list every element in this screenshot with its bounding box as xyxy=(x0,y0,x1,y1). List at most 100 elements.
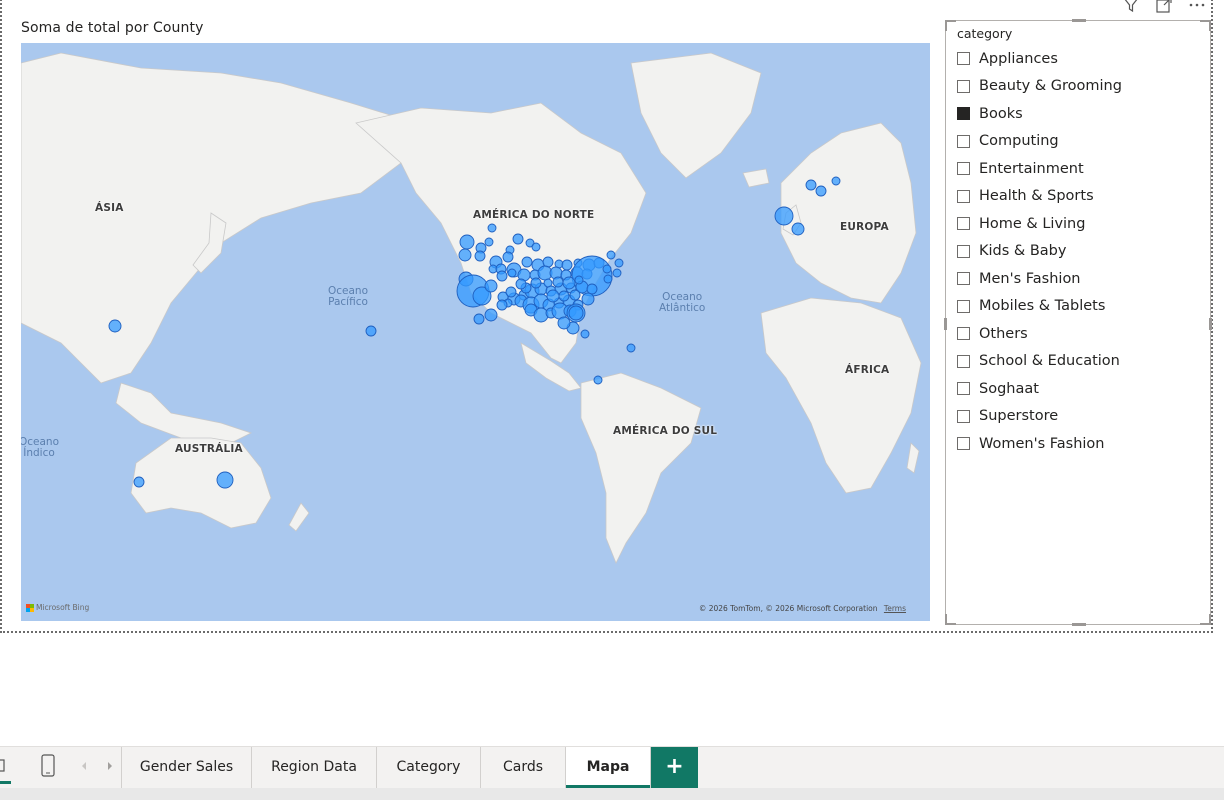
map-bubble[interactable] xyxy=(603,274,613,284)
map-bubble[interactable] xyxy=(626,343,636,353)
checkbox[interactable] xyxy=(957,272,970,286)
slicer-item[interactable]: Soghaat xyxy=(957,375,1122,403)
map-bubble[interactable] xyxy=(546,289,560,303)
map-bubble[interactable] xyxy=(515,278,527,290)
scroll-right-icon[interactable] xyxy=(106,760,114,775)
map-bubble[interactable] xyxy=(533,307,549,323)
map-bubble[interactable] xyxy=(502,251,514,263)
slicer-item[interactable]: Mobiles & Tablets xyxy=(957,293,1122,321)
map-bubble[interactable] xyxy=(542,256,554,268)
map-bubble[interactable] xyxy=(791,222,805,236)
map-bubble[interactable] xyxy=(552,276,564,288)
terms-link[interactable]: Terms xyxy=(884,604,906,613)
map-bubble[interactable] xyxy=(108,319,122,333)
map-bubble[interactable] xyxy=(815,185,827,197)
filter-icon[interactable] xyxy=(1120,0,1142,18)
checkbox[interactable] xyxy=(957,217,970,231)
slicer-item[interactable]: Kids & Baby xyxy=(957,238,1122,266)
map-bubble[interactable] xyxy=(805,179,817,191)
slicer-item[interactable]: Books xyxy=(957,100,1122,128)
checkbox[interactable] xyxy=(957,409,970,423)
add-page-button[interactable]: + xyxy=(651,747,698,788)
map-bubble[interactable] xyxy=(216,471,234,489)
checkbox[interactable] xyxy=(957,189,970,203)
map-bubble[interactable] xyxy=(557,316,571,330)
checkbox[interactable] xyxy=(957,299,970,313)
slicer-item[interactable]: Others xyxy=(957,320,1122,348)
resize-corner-top-left[interactable] xyxy=(945,20,956,31)
checkbox[interactable] xyxy=(957,134,970,148)
scroll-left-icon[interactable] xyxy=(80,760,88,775)
map-bubble[interactable] xyxy=(569,289,581,301)
map-bubble[interactable] xyxy=(543,278,553,288)
resize-handle-right[interactable] xyxy=(1209,318,1212,330)
checkbox[interactable] xyxy=(957,107,970,121)
slicer-item[interactable]: School & Education xyxy=(957,348,1122,376)
checkbox[interactable] xyxy=(957,354,970,368)
checkbox[interactable] xyxy=(957,382,970,396)
checkbox[interactable] xyxy=(957,327,970,341)
map-bubble[interactable] xyxy=(484,279,498,293)
map-bubble[interactable] xyxy=(574,275,584,285)
map-bubble[interactable] xyxy=(581,292,595,306)
map-bubble[interactable] xyxy=(586,283,598,295)
map-bubble[interactable] xyxy=(593,375,603,385)
resize-handle-left[interactable] xyxy=(944,318,947,330)
map-bubble[interactable] xyxy=(496,299,508,311)
map-bubble[interactable] xyxy=(530,277,542,289)
map-bubble[interactable] xyxy=(458,248,472,262)
map-bubble[interactable] xyxy=(612,268,622,278)
map-bubble[interactable] xyxy=(505,286,517,298)
mobile-view-icon[interactable] xyxy=(40,753,56,782)
tab-mapa[interactable]: Mapa xyxy=(566,747,651,788)
tab-region-data[interactable]: Region Data xyxy=(252,747,377,788)
map-bubble[interactable] xyxy=(487,223,497,233)
map-bubble[interactable] xyxy=(831,176,841,186)
map-bubble[interactable] xyxy=(606,250,616,260)
map-bubble[interactable] xyxy=(531,242,541,252)
slicer-item[interactable]: Women's Fashion xyxy=(957,430,1122,458)
map-bubble[interactable] xyxy=(365,325,377,337)
resize-corner-bottom-left[interactable] xyxy=(945,614,956,625)
map-bubble[interactable] xyxy=(568,305,584,321)
category-slicer[interactable]: category Appliances Beauty & Grooming Book… xyxy=(944,19,1212,626)
slicer-item[interactable]: Computing xyxy=(957,128,1122,156)
more-options-icon[interactable] xyxy=(1186,0,1208,18)
map-bubble[interactable] xyxy=(496,270,508,282)
checkbox[interactable] xyxy=(957,79,970,93)
tab-gender-sales[interactable]: Gender Sales xyxy=(122,747,252,788)
map-bubble[interactable] xyxy=(602,264,612,274)
map-bubble[interactable] xyxy=(614,258,624,268)
map-bubble[interactable] xyxy=(521,256,533,268)
tab-cards[interactable]: Cards xyxy=(481,747,566,788)
map-bubble[interactable] xyxy=(133,476,145,488)
map-bubble[interactable] xyxy=(484,237,494,247)
checkbox[interactable] xyxy=(957,437,970,451)
slicer-item[interactable]: Appliances xyxy=(957,45,1122,73)
slicer-item[interactable]: Entertainment xyxy=(957,155,1122,183)
resize-corner-top-right[interactable] xyxy=(1200,20,1211,31)
map-bubble[interactable] xyxy=(562,276,576,290)
map-bubble[interactable] xyxy=(558,290,570,302)
map-bubble[interactable] xyxy=(474,250,486,262)
map-bubble[interactable] xyxy=(484,308,498,322)
slicer-item[interactable]: Beauty & Grooming xyxy=(957,73,1122,101)
map-bubble[interactable] xyxy=(459,234,475,250)
map-bubble[interactable] xyxy=(512,233,524,245)
slicer-item[interactable]: Superstore xyxy=(957,403,1122,431)
resize-corner-bottom-right[interactable] xyxy=(1200,614,1211,625)
resize-handle-bottom[interactable] xyxy=(1072,623,1086,626)
map-bubble[interactable] xyxy=(774,206,794,226)
checkbox[interactable] xyxy=(957,52,970,66)
bubble-map[interactable]: ÁSIA AMÉRICA DO NORTE EUROPA ÁFRICA AMÉR… xyxy=(21,43,930,621)
map-bubble[interactable] xyxy=(473,313,485,325)
slicer-item[interactable]: Home & Living xyxy=(957,210,1122,238)
slicer-item[interactable]: Men's Fashion xyxy=(957,265,1122,293)
checkbox[interactable] xyxy=(957,244,970,258)
map-bubble[interactable] xyxy=(507,268,517,278)
map-bubble[interactable] xyxy=(561,259,573,271)
focus-mode-icon[interactable] xyxy=(1153,0,1175,18)
tab-category[interactable]: Category xyxy=(377,747,481,788)
resize-handle-top[interactable] xyxy=(1072,19,1086,22)
desktop-view-icon[interactable] xyxy=(0,757,8,778)
